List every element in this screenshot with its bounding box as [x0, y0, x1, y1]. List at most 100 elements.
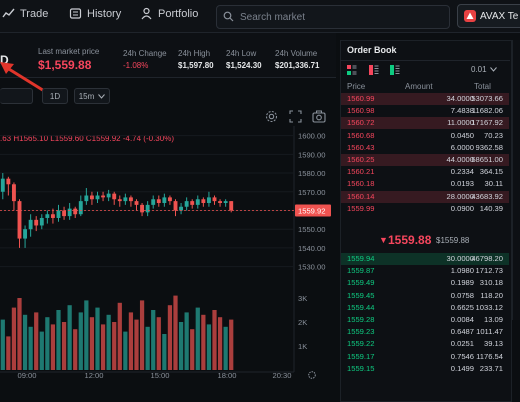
camera-icon[interactable] [312, 110, 326, 123]
row-price: 1559.17 [347, 351, 375, 361]
price-step-dropdown[interactable]: 0.01 [471, 65, 497, 74]
nav-history[interactable]: History [69, 7, 121, 20]
interval-1d-button[interactable]: 1D [42, 88, 68, 104]
volume-bar [0, 319, 5, 370]
ask-row[interactable]: 1560.98 7.4838 11682.06 [341, 105, 509, 117]
chevron-down-icon [489, 67, 497, 72]
ask-row[interactable]: 1560.18 0.0193 30.11 [341, 178, 509, 190]
bid-row[interactable]: 1559.45 0.0758 118.20 [341, 290, 509, 302]
bid-row[interactable]: 1559.23 0.6487 1011.47 [341, 326, 509, 338]
row-price: 1560.72 [347, 118, 375, 128]
axis-settings-icon[interactable] [308, 371, 316, 379]
interval-15m-dropdown[interactable]: 15m [74, 88, 110, 104]
candle-body [6, 178, 11, 185]
candle-body [28, 219, 33, 230]
market-selector-label: AVAX Te [480, 10, 519, 22]
col-price-header: Price [347, 82, 366, 91]
row-total: 118.20 [480, 290, 503, 300]
col-total-header: Total [474, 82, 491, 91]
low-value: $1,524.30 [226, 61, 262, 70]
volume-bar [89, 317, 95, 370]
avax-logo-icon [464, 10, 476, 22]
row-total: 17167.92 [471, 118, 503, 128]
candle-body [173, 201, 178, 211]
bid-row[interactable]: 1559.87 1.0980 1712.73 [341, 265, 509, 277]
interval-option-left[interactable] [0, 88, 33, 104]
fullscreen-icon[interactable] [289, 110, 302, 123]
candle-body [223, 201, 228, 203]
candle-body [128, 197, 133, 202]
row-price: 1560.99 [347, 94, 375, 103]
candle-body [39, 217, 44, 226]
row-total: 1712.73 [475, 266, 503, 276]
bid-row[interactable]: 1559.22 0.0251 39.13 [341, 338, 509, 350]
row-amount: 30.0000 [446, 254, 474, 263]
row-price: 1559.28 [347, 315, 375, 324]
row-price: 1559.15 [347, 363, 375, 373]
trade-icon [2, 7, 15, 20]
view-asks-icon[interactable] [369, 65, 379, 75]
volume-bar [11, 307, 17, 370]
bid-row[interactable]: 1559.15 0.1499 233.71 [341, 363, 509, 375]
row-price: 1560.43 [347, 142, 375, 152]
ask-row[interactable]: 1560.72 11.0000 17167.92 [341, 117, 509, 130]
row-price: 1560.68 [347, 130, 375, 140]
candle-body [73, 208, 78, 215]
settings-gear-icon[interactable] [265, 110, 278, 123]
volume-bar [195, 307, 200, 370]
nav-trade[interactable]: Trade [2, 7, 48, 20]
volume-tick-label: 1K [298, 342, 307, 351]
row-total: 1033.12 [475, 302, 503, 312]
ask-row[interactable]: 1560.25 44.0000 68651.00 [341, 154, 509, 166]
x-tick-label: 09:00 [17, 371, 36, 380]
volume-bar [139, 300, 145, 370]
search-input[interactable]: Search market [216, 5, 450, 29]
row-total: 140.39 [479, 203, 503, 213]
row-price: 1559.45 [347, 290, 375, 300]
ask-row[interactable]: 1560.99 34.0000 53073.66 [341, 93, 509, 105]
candle-body [56, 210, 61, 218]
candlestick-chart[interactable]: 1600.001590.001580.001570.001560.001550.… [0, 126, 336, 400]
x-tick-label: 12:00 [84, 371, 103, 380]
ask-row[interactable]: 1559.99 0.0900 140.39 [341, 203, 509, 215]
volume-bar [206, 324, 212, 370]
bid-row[interactable]: 1559.44 0.6625 1033.12 [341, 302, 509, 314]
row-amount: 1.0980 [450, 266, 474, 276]
bid-row[interactable]: 1559.28 0.0084 13.09 [341, 314, 509, 326]
nav-portfolio[interactable]: Portfolio [140, 7, 198, 20]
bid-row[interactable]: 1559.17 0.7546 1176.54 [341, 351, 509, 363]
candle-body [78, 201, 83, 215]
volume-bar [173, 295, 178, 370]
volume-bar [67, 305, 72, 370]
ask-row[interactable]: 1560.68 0.0450 70.23 [341, 130, 509, 142]
volume-bar [56, 310, 61, 370]
candle-body [212, 197, 217, 202]
row-total: 46798.20 [471, 254, 503, 263]
view-both-icon[interactable] [347, 65, 357, 75]
market-selector-button[interactable]: AVAX Te [457, 4, 520, 28]
volume-bar [34, 312, 39, 370]
volume-bar [212, 310, 217, 370]
row-total: 1011.47 [476, 327, 503, 337]
volume-bar [28, 326, 33, 370]
volume-tick-label: 2K [298, 318, 307, 327]
candle-body [50, 214, 55, 218]
candle-body [151, 199, 156, 205]
row-amount: 0.6487 [450, 327, 474, 337]
candle-body [95, 195, 100, 200]
bid-row[interactable]: 1559.49 0.1989 310.18 [341, 277, 509, 289]
row-price: 1560.25 [347, 155, 375, 164]
ask-row[interactable]: 1560.14 28.0000 43683.92 [341, 190, 509, 203]
candle-body [184, 201, 189, 207]
high-value: $1,597.80 [178, 61, 214, 70]
view-bids-icon[interactable] [390, 65, 400, 75]
candle-body [17, 201, 22, 239]
volume-bar [117, 302, 122, 370]
ask-row[interactable]: 1560.21 0.2334 364.15 [341, 166, 509, 178]
bid-row[interactable]: 1559.94 30.0000 46798.20 [341, 253, 509, 265]
ask-row[interactable]: 1560.43 6.0000 9362.58 [341, 142, 509, 154]
row-price: 1559.22 [347, 339, 375, 349]
candle-body [167, 197, 172, 202]
row-total: 53073.66 [471, 94, 503, 103]
volume-bar [45, 317, 50, 370]
